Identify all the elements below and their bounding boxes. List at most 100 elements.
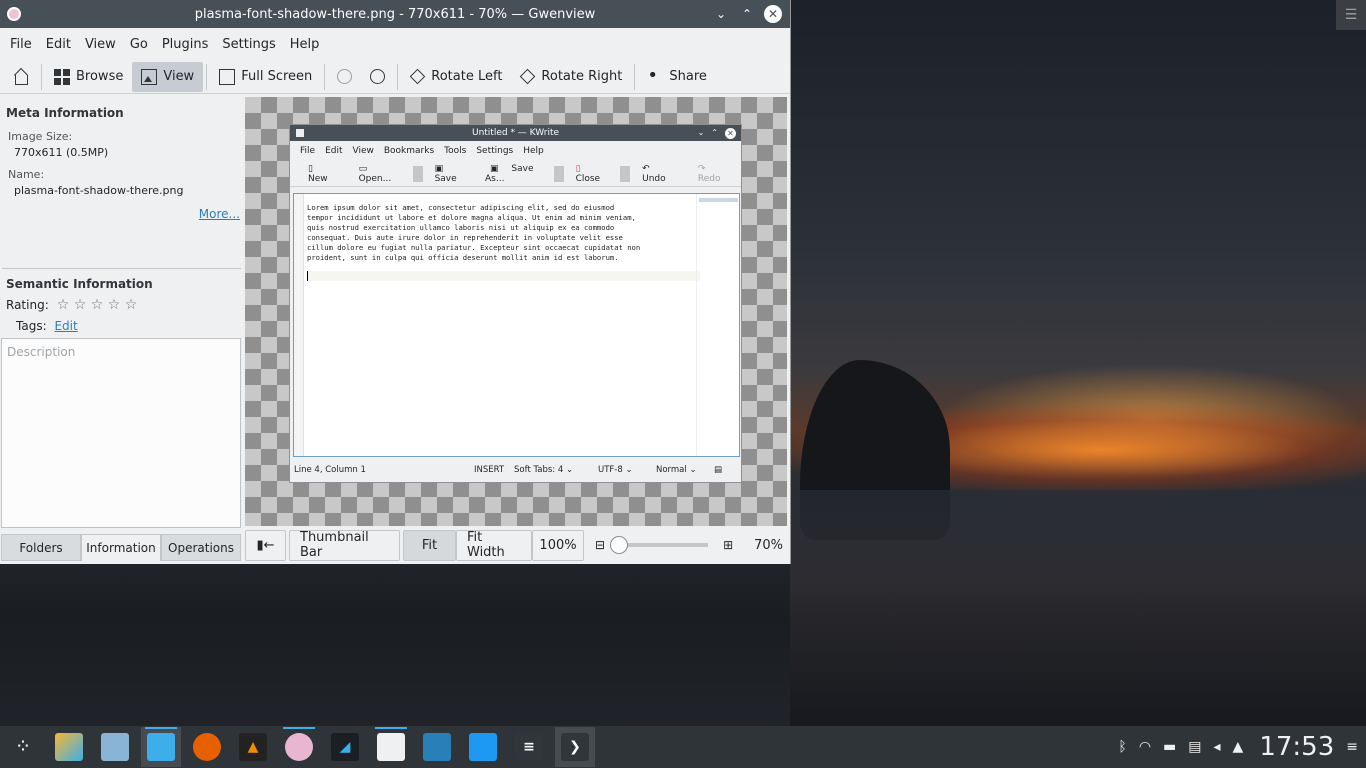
- sidebar-tabs: Folders Information Operations: [0, 530, 242, 564]
- tab-folders[interactable]: Folders: [1, 534, 81, 561]
- tab-information[interactable]: Information: [81, 534, 161, 561]
- rotate-left-button[interactable]: Rotate Left: [401, 62, 511, 92]
- kwrite-menu-tools: Tools: [444, 146, 467, 156]
- next-button[interactable]: [361, 62, 394, 92]
- undo-icon: ↶: [642, 163, 650, 174]
- krita-icon: ◢: [331, 733, 359, 761]
- menu-help[interactable]: Help: [283, 37, 327, 52]
- lock-icon[interactable]: ▬: [1163, 739, 1176, 755]
- folder-icon: [147, 733, 175, 761]
- thumbnail-bar-button[interactable]: Thumbnail Bar: [289, 529, 400, 561]
- zoom-out-icon[interactable]: ⊟: [595, 538, 605, 552]
- kwrite-save-status-icon: ▤: [714, 465, 723, 475]
- desktop-toolbox-icon[interactable]: ☰: [1336, 0, 1366, 30]
- kwrite-mode: INSERT: [474, 465, 505, 475]
- star-icons[interactable]: ☆ ☆ ☆ ☆ ☆: [57, 297, 138, 313]
- folder-icon: ▭: [358, 163, 368, 174]
- zoom-level: 70%: [754, 537, 784, 553]
- tags-label: Tags:: [16, 319, 47, 333]
- task-system-monitor[interactable]: [463, 727, 503, 767]
- fit-width-button[interactable]: Fit Width: [456, 529, 532, 561]
- launcher-icon: ⁘: [17, 739, 29, 755]
- task-firefox[interactable]: [187, 727, 227, 767]
- tags-edit-link[interactable]: Edit: [54, 319, 77, 333]
- close-doc-icon: ▯: [575, 163, 581, 174]
- maximize-button[interactable]: ⌃: [738, 5, 756, 23]
- sidebar-divider: [2, 268, 241, 269]
- task-gwenview[interactable]: [279, 727, 319, 767]
- image-size-value: 770x611 (0.5MP): [14, 146, 109, 159]
- title-bar[interactable]: plasma-font-shadow-there.png - 770x611 -…: [0, 0, 790, 28]
- toolbar-separator: [206, 63, 208, 90]
- menu-go[interactable]: Go: [123, 37, 155, 52]
- rating-stars[interactable]: ☆ ☆ ☆ ☆ ☆: [57, 297, 141, 313]
- kwrite-open: ▭ Open...: [349, 164, 411, 184]
- task-discover[interactable]: [417, 727, 457, 767]
- kwrite-close-icon: ✕: [725, 127, 736, 139]
- share-icon: [647, 65, 663, 86]
- tab-operations[interactable]: Operations: [161, 534, 241, 561]
- task-screen[interactable]: [95, 727, 135, 767]
- rotate-right-label: Rotate Right: [541, 69, 623, 84]
- toggle-sidebar-button[interactable]: ▮←: [245, 529, 286, 561]
- toolbar-separator: [634, 63, 636, 90]
- task-konsole[interactable]: ❯: [555, 727, 595, 767]
- menu-file[interactable]: File: [3, 37, 39, 52]
- next-icon: [370, 69, 386, 84]
- browse-button[interactable]: Browse: [45, 62, 132, 92]
- task-dolphin[interactable]: [141, 727, 181, 767]
- name-label: Name:: [8, 168, 45, 181]
- clipboard-icon[interactable]: ▤: [1188, 739, 1201, 755]
- menu-plugins[interactable]: Plugins: [155, 37, 216, 52]
- panel-menu-icon[interactable]: ≡: [1346, 739, 1358, 755]
- menu-view[interactable]: View: [78, 37, 123, 52]
- kwrite-menu-settings: Settings: [476, 146, 514, 156]
- task-kwrite[interactable]: [371, 727, 411, 767]
- view-button[interactable]: View: [132, 61, 204, 92]
- rotate-right-button[interactable]: Rotate Right: [511, 62, 631, 92]
- bluetooth-icon[interactable]: ᛒ: [1118, 739, 1126, 755]
- more-link[interactable]: More...: [199, 207, 240, 221]
- share-button[interactable]: Share: [638, 62, 716, 92]
- kwrite-save-as: ▣ Save As...: [480, 164, 552, 184]
- fullscreen-button[interactable]: Full Screen: [210, 62, 321, 92]
- share-label: Share: [669, 69, 707, 84]
- close-button[interactable]: ✕: [764, 5, 782, 23]
- grid-icon: [54, 68, 70, 85]
- zoom-100-button[interactable]: 100%: [532, 529, 584, 561]
- description-field[interactable]: Description: [1, 338, 241, 528]
- chevron-down-icon: ⌄: [565, 465, 574, 475]
- minimize-button[interactable]: ⌄: [712, 5, 730, 23]
- previous-icon: [337, 69, 353, 84]
- task-settings[interactable]: ≡: [509, 727, 549, 767]
- system-monitor-icon: [469, 733, 497, 761]
- previous-button[interactable]: [328, 62, 361, 92]
- menu-settings[interactable]: Settings: [215, 37, 282, 52]
- application-launcher[interactable]: ⁘: [3, 727, 43, 767]
- firefox-icon: [193, 733, 221, 761]
- kwrite-menu-file: File: [300, 146, 316, 156]
- sidebar: Meta Information Image Size: 770x611 (0.…: [0, 94, 243, 564]
- view-label: View: [163, 69, 195, 84]
- image-size-label: Image Size:: [8, 130, 73, 143]
- kwrite-icon: [377, 733, 405, 761]
- kwrite-position: Line 4, Column 1: [294, 465, 366, 475]
- kwrite-maximize-icon: ⌃: [711, 127, 718, 137]
- menu-edit[interactable]: Edit: [39, 37, 78, 52]
- zoom-to-fit-icon[interactable]: ⊞: [723, 538, 733, 552]
- clock[interactable]: 17:53: [1259, 732, 1334, 762]
- zoom-slider[interactable]: [610, 536, 709, 554]
- zoom-slider-handle[interactable]: [610, 536, 629, 554]
- volume-icon[interactable]: ◂: [1214, 739, 1221, 755]
- gwenview-window: plasma-font-shadow-there.png - 770x611 -…: [0, 0, 791, 564]
- task-krita[interactable]: ◢: [325, 727, 365, 767]
- expand-tray-icon[interactable]: ▲: [1233, 739, 1244, 755]
- task-vlc[interactable]: ▲: [233, 727, 273, 767]
- toolbar-separator: [41, 63, 42, 90]
- kwrite-menu-bookmarks: Bookmarks: [383, 146, 435, 156]
- home-button[interactable]: [4, 62, 38, 92]
- kwrite-undo: ↶ Undo: [632, 164, 686, 184]
- fit-button[interactable]: Fit: [403, 529, 456, 561]
- task-kde-app[interactable]: [49, 727, 89, 767]
- wifi-icon[interactable]: ◠: [1139, 739, 1151, 755]
